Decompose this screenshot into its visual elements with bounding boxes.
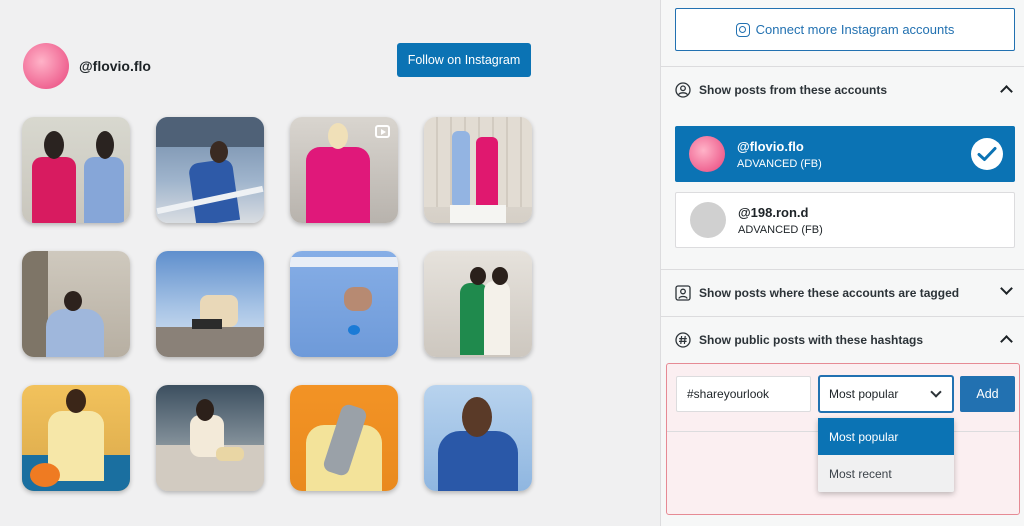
reel-icon [375, 125, 390, 138]
photo-tile[interactable] [424, 251, 532, 357]
feed-header: @flovio.flo [23, 43, 151, 89]
account-name: @flovio.flo [737, 138, 804, 154]
profile-username: @flovio.flo [79, 58, 151, 74]
sort-select-value: Most popular [829, 387, 899, 401]
profile-avatar [23, 43, 69, 89]
chevron-down-icon [1000, 282, 1013, 295]
account-name: @198.ron.d [738, 204, 809, 220]
section-hashtags-header[interactable]: Show public posts with these hashtags [661, 316, 1024, 362]
sort-select[interactable]: Most popular [818, 375, 954, 413]
user-circle-icon [675, 81, 691, 98]
photo-tile[interactable] [424, 117, 532, 223]
add-hashtag-button[interactable]: Add [960, 376, 1015, 412]
account-type: ADVANCED (FB) [738, 223, 823, 236]
account-type: ADVANCED (FB) [737, 157, 822, 170]
chevron-down-icon [930, 386, 942, 398]
section-hashtags-title: Show public posts with these hashtags [699, 332, 924, 347]
sort-dropdown: Most popular Most recent [818, 418, 954, 492]
photo-tile[interactable] [22, 117, 130, 223]
section-tagged-title: Show posts where these accounts are tagg… [699, 285, 960, 300]
photo-tile[interactable] [290, 117, 398, 223]
check-icon [971, 138, 1003, 170]
section-tagged-header[interactable]: Show posts where these accounts are tagg… [661, 269, 1024, 315]
photo-tile[interactable] [22, 251, 130, 357]
tagged-user-icon [675, 284, 691, 301]
account-avatar-placeholder [690, 202, 726, 238]
hashtag-icon [675, 331, 691, 348]
dropdown-option-most-popular[interactable]: Most popular [818, 418, 954, 455]
account-info: @flovio.flo ADVANCED (FB) [737, 139, 822, 170]
hashtag-input[interactable] [676, 376, 811, 412]
photo-tile[interactable] [22, 385, 130, 491]
section-accounts-title: Show posts from these accounts [699, 82, 888, 97]
photo-tile[interactable] [156, 251, 264, 357]
photo-tile[interactable] [290, 251, 398, 357]
photo-tile[interactable] [290, 385, 398, 491]
chevron-up-icon [1000, 335, 1013, 348]
settings-panel: Connect more Instagram accounts Show pos… [660, 0, 1024, 526]
account-avatar [689, 136, 725, 172]
section-accounts-header[interactable]: Show posts from these accounts [661, 66, 1024, 112]
photo-tile[interactable] [424, 385, 532, 491]
dropdown-option-most-recent[interactable]: Most recent [818, 455, 954, 492]
connect-accounts-label: Connect more Instagram accounts [755, 22, 955, 37]
account-info: @198.ron.d ADVANCED (FB) [738, 205, 823, 236]
photo-tile[interactable] [156, 385, 264, 491]
follow-button[interactable]: Follow on Instagram [397, 43, 531, 77]
account-card-flovio[interactable]: @flovio.flo ADVANCED (FB) [675, 126, 1015, 182]
connect-accounts-button[interactable]: Connect more Instagram accounts [675, 8, 1015, 51]
photo-tile[interactable] [156, 117, 264, 223]
account-card-ron[interactable]: @198.ron.d ADVANCED (FB) [675, 192, 1015, 248]
chevron-up-icon [1000, 85, 1013, 98]
instagram-icon [735, 22, 750, 37]
feed-preview: @flovio.flo Follow on Instagram [0, 0, 660, 526]
hashtag-input-area: Most popular Add Most popular Most recen… [666, 363, 1020, 515]
